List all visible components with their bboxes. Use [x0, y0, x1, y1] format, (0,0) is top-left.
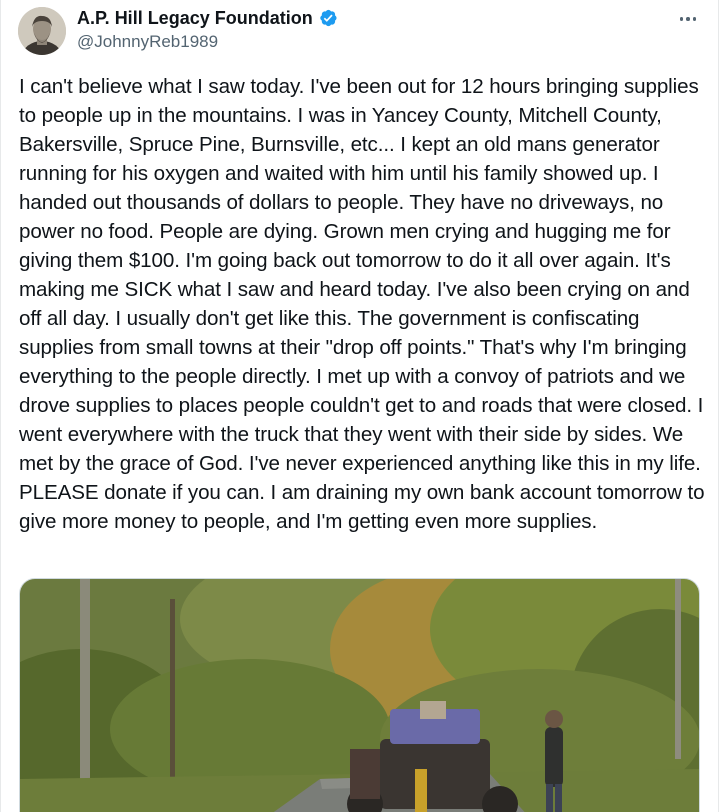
author-name-row[interactable]: A.P. Hill Legacy Foundation — [77, 8, 338, 28]
author-handle[interactable]: @JohnnyReb1989 — [77, 33, 218, 51]
post-text: I can't believe what I saw today. I've b… — [19, 75, 705, 533]
verified-badge-icon — [318, 8, 338, 28]
more-horizontal-icon[interactable] — [676, 12, 700, 26]
post-media-image[interactable] — [19, 578, 700, 812]
post-card: A.P. Hill Legacy Foundation @JohnnyReb19… — [0, 0, 719, 812]
author-display-name[interactable]: A.P. Hill Legacy Foundation — [77, 8, 313, 28]
avatar[interactable] — [18, 7, 66, 55]
